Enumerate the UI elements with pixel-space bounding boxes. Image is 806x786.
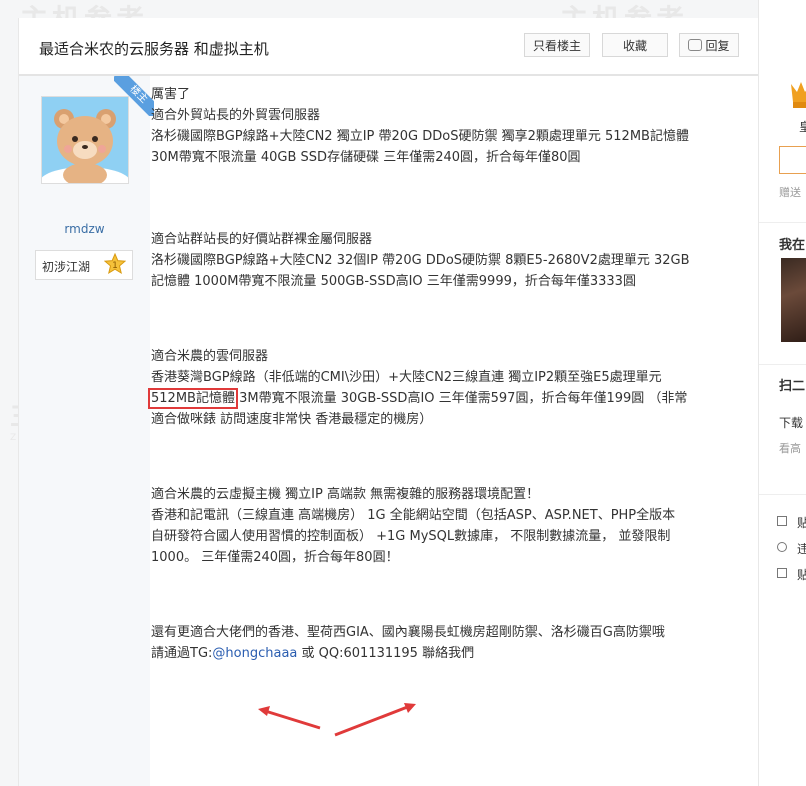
post-line: 自研發符合國人使用習慣的控制面板） +1G MySQL數據庫， 不限制數據流量，… — [151, 529, 671, 544]
post-line-tail: 3M帶寬不限流量 30GB-SSD高IO 三年僅需597圓，折合每年僅199圓 … — [234, 391, 688, 406]
rank-badge: 初涉江湖 1 — [35, 250, 133, 280]
sidebar-link[interactable]: 贴 — [797, 566, 806, 583]
top-strip — [18, 0, 758, 18]
post-section: 適合米農的云虛擬主機 獨立IP 高端款 無需複雜的服務器環境配置！ 香港和記電訊… — [151, 484, 731, 568]
telegram-link[interactable]: @hongchaaa — [212, 646, 297, 661]
page-gutter — [0, 0, 18, 786]
rank-level: 1 — [112, 261, 118, 271]
post-section: 適合站群站長的好價站群裸金屬伺服器 洛杉磯國際BGP線路+大陸CN2 32個IP… — [151, 229, 731, 292]
favorite-button[interactable]: 收藏 — [602, 33, 668, 57]
sidebar-link[interactable]: 贴 — [797, 514, 806, 531]
star-icon: 1 — [104, 253, 126, 275]
sidebar-link[interactable]: 违 — [797, 540, 806, 557]
trash-icon — [777, 568, 787, 578]
edit-icon — [777, 516, 787, 526]
post-line: 記憶體 1000M帶寬不限流量 500GB-SSD高IO 三年僅需9999，折合… — [151, 274, 636, 289]
only-op-button[interactable]: 只看楼主 — [524, 33, 590, 57]
crown-icon — [791, 82, 806, 108]
sidebar-heading: 扫二 — [779, 379, 806, 394]
reply-button[interactable]: 回复 — [679, 33, 739, 57]
post-line: 香港和記電訊（三線直連 高端機房） 1G 全能網站空間（包括ASP、ASP.NE… — [151, 508, 676, 523]
sidebar-fragment: 皇 — [799, 120, 806, 134]
post-line: 洛杉磯國際BGP線路+大陸CN2 獨立IP 帶20G DDoS硬防禦 獨享2顆處… — [151, 129, 689, 144]
post-section: 厲害了 適合外貿站長的外貿雲伺服器 洛杉磯國際BGP線路+大陸CN2 獨立IP … — [151, 84, 731, 168]
op-badge-label: 楼主 — [114, 76, 154, 116]
author-panel: 楼主 rmdzw 初涉江湖 1 — [19, 76, 154, 786]
post-line: 還有更適合大佬們的香港、聖荷西GIA、國內襄陽長虹機房超剛防禦、洛杉磯百G高防禦… — [151, 625, 665, 640]
rank-label: 初涉江湖 — [42, 260, 91, 274]
arrow-annotation — [258, 703, 416, 737]
post-line: 厲害了 — [151, 87, 191, 102]
report-icon — [777, 542, 787, 552]
post-line: 適合站群站長的好價站群裸金屬伺服器 — [151, 232, 373, 247]
post-line: 香港葵灣BGP線路（非低端的CMI\沙田）+大陸CN2三線直連 獨立IP2顆至強… — [151, 370, 662, 385]
sidebar-thumbnail[interactable] — [781, 258, 806, 342]
contact-prefix: 請通過TG: — [151, 646, 213, 661]
reply-icon — [688, 39, 703, 51]
sidebar-heading: 我在 — [779, 238, 806, 253]
sidebar-fragment: 赠送 — [779, 186, 801, 199]
post-line: 1000。 三年僅需240圓，折合每年80圓！ — [151, 550, 399, 565]
post-line: 512MB記憶體 3M帶寬不限流量 30GB-SSD高IO 三年僅需597圓，折… — [148, 388, 731, 409]
post-section: 還有更適合大佬們的香港、聖荷西GIA、國內襄陽長虹機房超剛防禦、洛杉磯百G高防禦… — [151, 622, 731, 664]
post-section: 適合米農的雲伺服器 香港葵灣BGP線路（非低端的CMI\沙田）+大陸CN2三線直… — [148, 346, 731, 430]
right-sidebar: 皇 赠送 我在 扫二 下载 看高 贴 违 贴 — [758, 0, 806, 786]
sidebar-input[interactable] — [779, 146, 806, 174]
highlight-box: 512MB記憶體 — [148, 388, 238, 409]
username-link[interactable]: rmdzw — [19, 222, 150, 236]
post-line: 洛杉磯國際BGP線路+大陸CN2 32個IP 帶20G DDoS硬防禦 8顆E5… — [151, 253, 690, 268]
thread-header: 最适合米农的云服务器 和虚拟主机 只看楼主 收藏 回复 — [19, 18, 759, 76]
post-line: 適合做咪錶 訪問速度非常快 香港最穩定的機房） — [151, 412, 433, 427]
post-line: 適合外貿站長的外貿雲伺服器 — [151, 108, 321, 123]
post-line: 適合米農的雲伺服器 — [151, 349, 269, 364]
post-line: 適合米農的云虛擬主機 獨立IP 高端款 無需複雜的服務器環境配置！ — [151, 487, 540, 502]
contact-suffix: 或 QQ:601131195 聯絡我們 — [297, 646, 475, 661]
thread-title: 最适合米农的云服务器 和虚拟主机 — [39, 40, 269, 58]
sidebar-fragment: 看高 — [779, 442, 801, 455]
post-line: 請通過TG:@hongchaaa 或 QQ:601131195 聯絡我們 — [151, 643, 731, 664]
reply-label: 回复 — [705, 39, 730, 53]
post-line: 30M帶寬不限流量 40GB SSD存儲硬碟 三年僅需240圓，折合每年僅80圓 — [151, 150, 581, 165]
post-body: 厲害了 適合外貿站長的外貿雲伺服器 洛杉磯國際BGP線路+大陸CN2 獨立IP … — [148, 84, 731, 664]
op-badge: 楼主 — [114, 76, 154, 116]
sidebar-fragment: 下载 — [779, 416, 804, 430]
